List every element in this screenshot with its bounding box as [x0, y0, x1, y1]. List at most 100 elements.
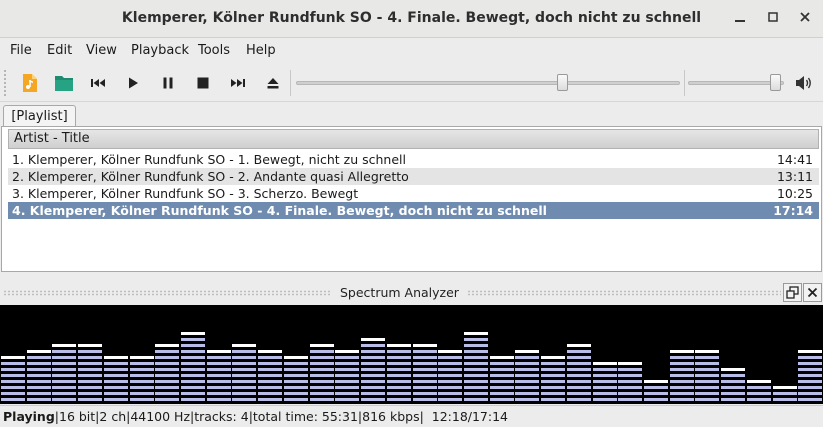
spectrum-segment	[258, 392, 282, 395]
eject-button[interactable]	[262, 72, 284, 94]
spectrum-segment	[27, 398, 51, 401]
spectrum-segment	[232, 368, 256, 371]
playlist-row[interactable]: 1. Klemperer, Kölner Rundfunk SO - 1. Be…	[8, 151, 819, 168]
playlist-column-header[interactable]: Artist - Title	[8, 129, 819, 149]
spectrum-segment	[155, 380, 179, 383]
menu-tools[interactable]: Tools	[198, 43, 230, 58]
spectrum-segment	[207, 356, 231, 359]
stop-button[interactable]	[192, 72, 214, 94]
seek-slider-handle[interactable]	[557, 74, 569, 91]
spectrum-segment	[464, 398, 488, 401]
spectrum-segment	[413, 356, 437, 359]
spectrum-segment	[798, 374, 822, 377]
playlist-row[interactable]: 2. Klemperer, Kölner Rundfunk SO - 2. An…	[8, 168, 819, 185]
pause-button[interactable]	[157, 72, 179, 94]
volume-slider-handle[interactable]	[770, 74, 782, 91]
track-title: 2. Klemperer, Kölner Rundfunk SO - 2. An…	[12, 169, 409, 184]
spectrum-segment	[490, 362, 514, 365]
spectrum-segment	[695, 350, 719, 353]
spectrum-segment	[695, 368, 719, 371]
dock-close-button[interactable]	[803, 283, 822, 302]
spectrum-segment	[130, 380, 154, 383]
spectrum-bar	[52, 344, 76, 401]
spectrum-segment	[464, 344, 488, 347]
spectrum-dock-titlebar[interactable]: Spectrum Analyzer	[0, 283, 823, 305]
spectrum-segment	[361, 374, 385, 377]
next-button[interactable]	[227, 72, 249, 94]
spectrum-bar	[438, 350, 462, 401]
spectrum-segment	[155, 362, 179, 365]
spectrum-segment	[335, 368, 359, 371]
toolbar-grip[interactable]	[4, 70, 7, 96]
spectrum-segment	[387, 344, 411, 347]
spectrum-segment	[618, 386, 642, 389]
minimize-button[interactable]	[730, 9, 750, 29]
spectrum-bar	[670, 350, 694, 401]
spectrum-bar	[361, 338, 385, 401]
spectrum-segment	[310, 380, 334, 383]
open-file-button[interactable]	[19, 72, 41, 94]
spectrum-segment	[232, 362, 256, 365]
menu-help[interactable]: Help	[246, 43, 276, 58]
dock-float-button[interactable]	[783, 283, 802, 302]
spectrum-segment	[52, 374, 76, 377]
track-title: 3. Klemperer, Kölner Rundfunk SO - 3. Sc…	[12, 186, 359, 201]
spectrum-bar	[258, 350, 282, 401]
menu-file[interactable]: File	[10, 43, 32, 58]
status-state: Playing	[3, 409, 55, 424]
minimize-icon	[735, 20, 745, 22]
spectrum-bar	[284, 356, 308, 401]
play-button[interactable]	[122, 72, 144, 94]
spectrum-bars	[1, 332, 822, 401]
spectrum-segment	[181, 398, 205, 401]
spectrum-segment	[207, 398, 231, 401]
tab-playlist[interactable]: [Playlist]	[3, 105, 76, 128]
spectrum-segment	[387, 368, 411, 371]
spectrum-segment	[130, 368, 154, 371]
spectrum-segment	[1, 380, 25, 383]
open-folder-button[interactable]	[53, 72, 75, 94]
spectrum-segment	[593, 386, 617, 389]
playlist-view[interactable]: Artist - Title 1. Klemperer, Kölner Rund…	[1, 126, 822, 272]
playlist-row[interactable]: 3. Klemperer, Kölner Rundfunk SO - 3. Sc…	[8, 185, 819, 202]
close-icon	[800, 12, 810, 22]
spectrum-segment	[490, 392, 514, 395]
spectrum-segment	[644, 386, 668, 389]
menu-view[interactable]: View	[86, 43, 117, 58]
playlist-row-selected[interactable]: 4. Klemperer, Kölner Rundfunk SO - 4. Fi…	[8, 202, 819, 219]
menu-edit[interactable]: Edit	[47, 43, 72, 58]
spectrum-segment	[104, 362, 128, 365]
spectrum-segment	[310, 344, 334, 347]
spectrum-segment	[335, 362, 359, 365]
spectrum-segment	[567, 386, 591, 389]
spectrum-bar	[232, 344, 256, 401]
spectrum-segment	[335, 374, 359, 377]
spectrum-segment	[515, 362, 539, 365]
spectrum-segment	[387, 350, 411, 353]
menu-playback[interactable]: Playback	[131, 43, 189, 58]
spectrum-segment	[798, 380, 822, 383]
maximize-button[interactable]	[763, 9, 783, 29]
spectrum-segment	[773, 398, 797, 401]
spectrum-bar	[541, 356, 565, 401]
close-button[interactable]	[795, 9, 815, 29]
spectrum-segment	[155, 386, 179, 389]
spectrum-segment	[464, 350, 488, 353]
seek-slider[interactable]	[296, 81, 680, 85]
spectrum-segment	[78, 344, 102, 347]
previous-button[interactable]	[87, 72, 109, 94]
spectrum-segment	[413, 344, 437, 347]
toolbar-separator	[290, 70, 291, 96]
spectrum-segment	[78, 374, 102, 377]
spectrum-segment	[618, 362, 642, 365]
spectrum-segment	[695, 356, 719, 359]
spectrum-segment	[27, 356, 51, 359]
spectrum-segment	[567, 392, 591, 395]
spectrum-bar	[644, 380, 668, 401]
spectrum-segment	[464, 338, 488, 341]
volume-button[interactable]	[793, 72, 815, 94]
spectrum-segment	[52, 350, 76, 353]
spectrum-segment	[438, 386, 462, 389]
spectrum-segment	[52, 386, 76, 389]
spectrum-segment	[618, 374, 642, 377]
